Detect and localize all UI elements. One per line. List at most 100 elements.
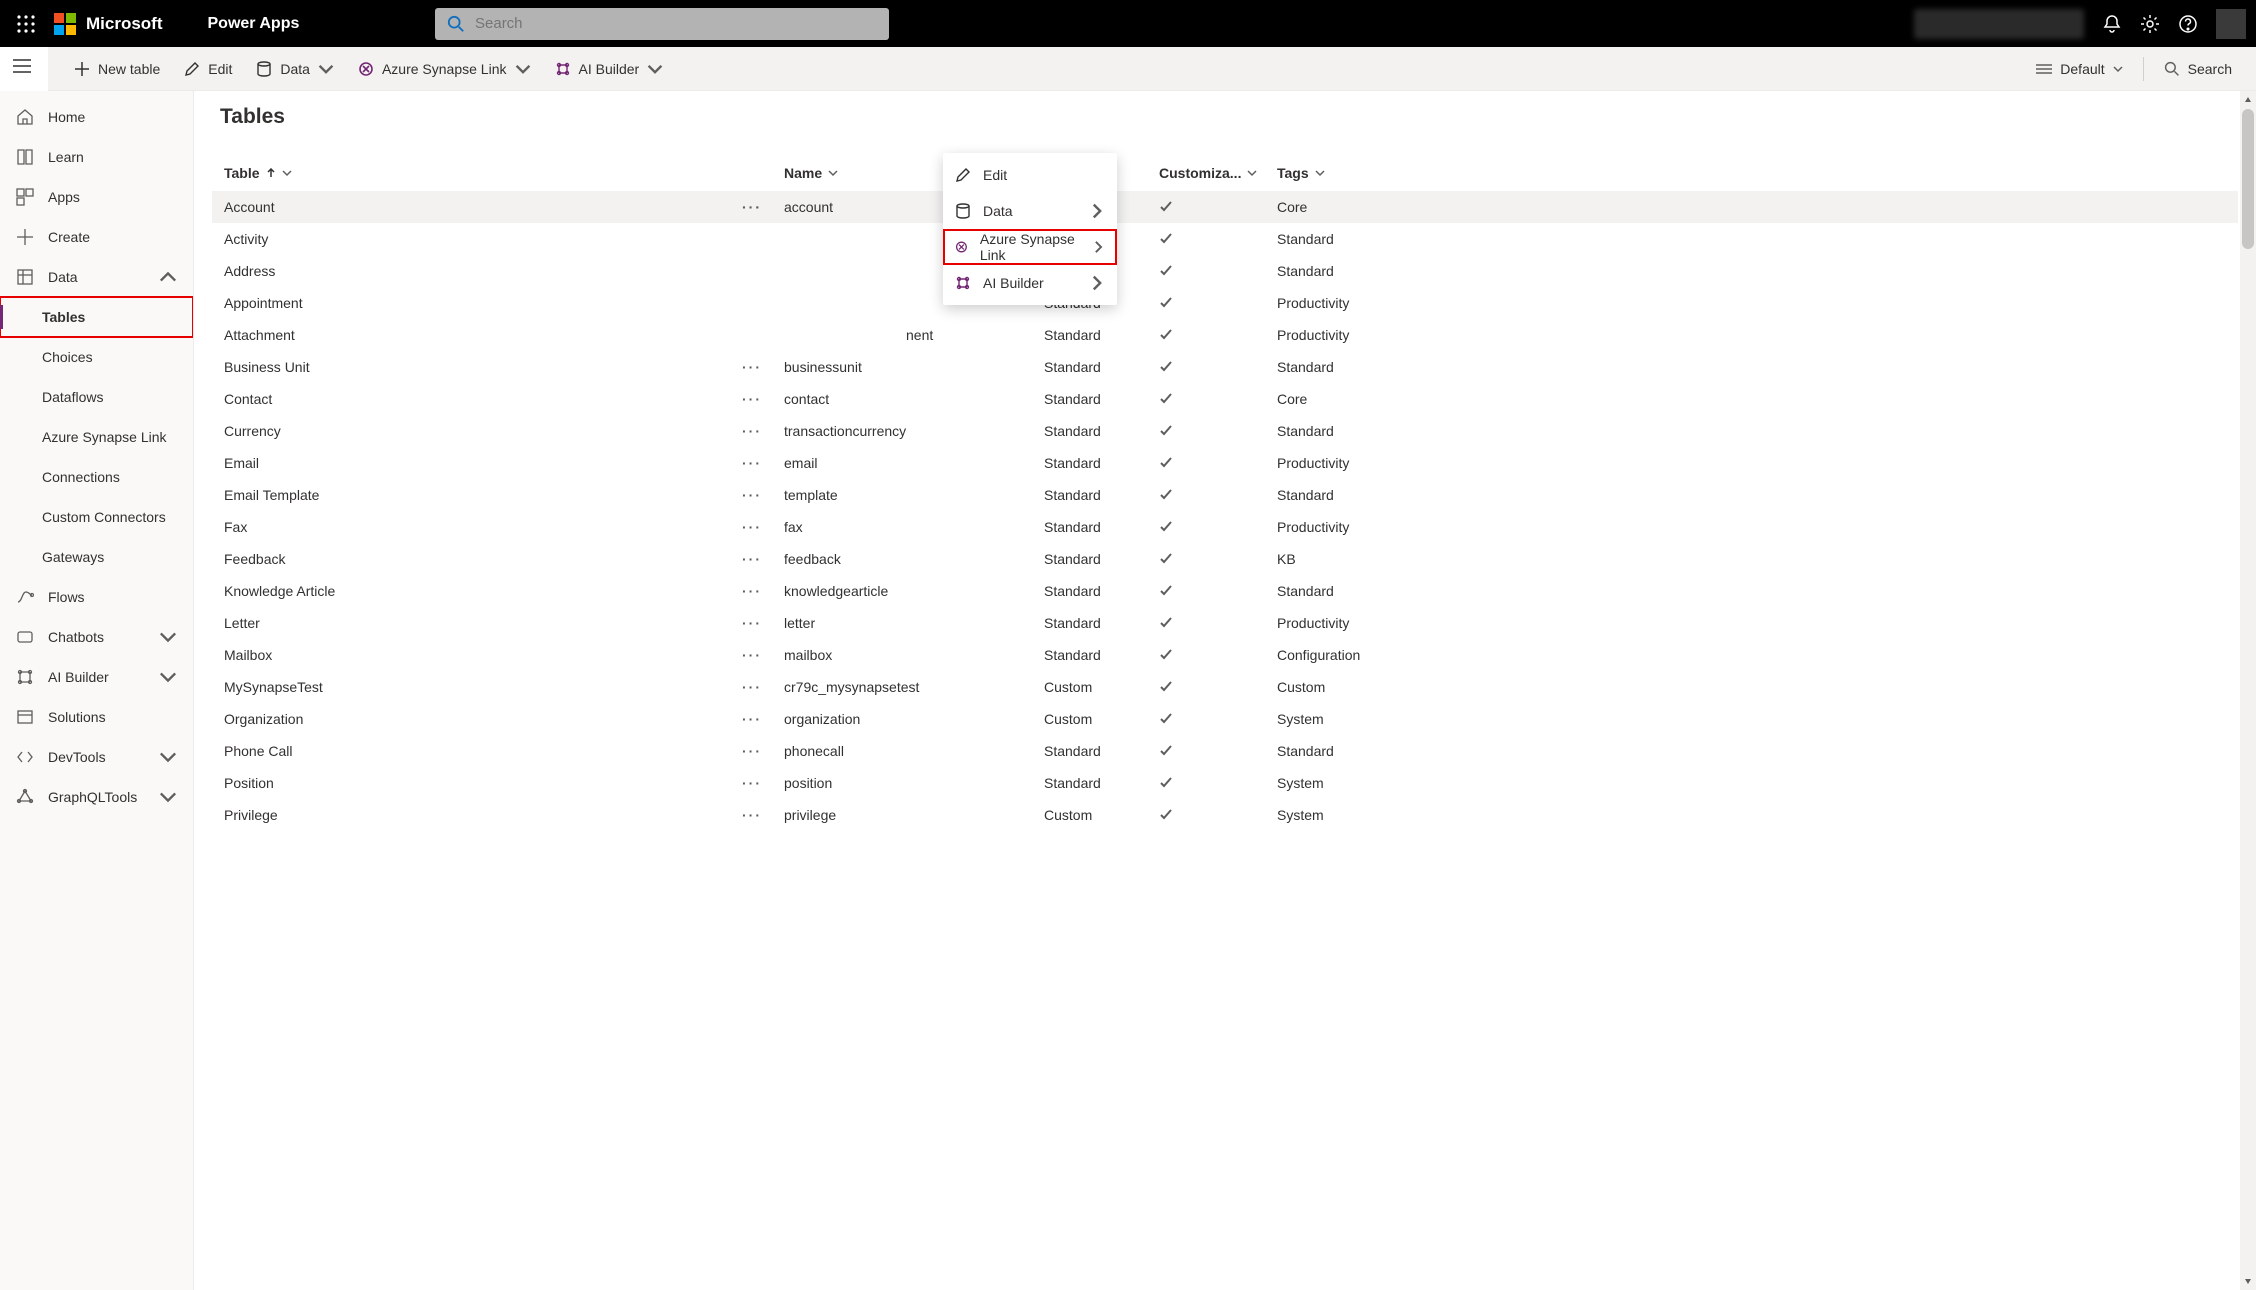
more-actions-button[interactable]: ··· — [737, 391, 767, 407]
more-actions-button[interactable]: ··· — [737, 519, 767, 535]
more-actions-button[interactable]: ··· — [737, 711, 767, 727]
nav-gateways[interactable]: Gateways — [0, 537, 193, 577]
scrollbar-thumb[interactable] — [2242, 109, 2254, 249]
table-row[interactable]: ···Account···accountStandardCore — [212, 191, 2238, 223]
scroll-down-icon[interactable] — [2244, 1274, 2252, 1288]
global-search[interactable] — [435, 8, 889, 40]
more-actions-button[interactable]: ··· — [737, 487, 767, 503]
nav-data[interactable]: Data — [0, 257, 193, 297]
data-menu[interactable]: Data — [244, 47, 346, 90]
more-actions-button[interactable]: ··· — [737, 743, 767, 759]
list-icon — [2036, 63, 2052, 75]
nav-tables[interactable]: Tables — [0, 297, 193, 337]
col-table[interactable]: Table — [224, 165, 784, 181]
table-row[interactable]: Email Template···templateStandardStandar… — [212, 479, 2238, 511]
more-actions-button[interactable]: ··· — [737, 807, 767, 823]
settings-icon[interactable] — [2140, 14, 2160, 34]
sort-asc-icon — [266, 168, 276, 178]
nav-connections[interactable]: Connections — [0, 457, 193, 497]
more-actions-button[interactable]: ··· — [737, 455, 767, 471]
table-row[interactable]: Feedback···feedbackStandardKB — [212, 543, 2238, 575]
cell-type: Standard — [1044, 487, 1159, 503]
more-actions-button[interactable]: ··· — [737, 647, 767, 663]
table-row[interactable]: Position···positionStandardSystem — [212, 767, 2238, 799]
ctx-ai-builder[interactable]: AI Builder — [943, 265, 1117, 301]
more-actions-button[interactable]: ··· — [737, 423, 767, 439]
nav-apps[interactable]: Apps — [0, 177, 193, 217]
notifications-icon[interactable] — [2102, 14, 2122, 34]
col-tags[interactable]: Tags — [1277, 165, 1387, 181]
nav-solutions[interactable]: Solutions — [0, 697, 193, 737]
table-row[interactable]: Email···emailStandardProductivity — [212, 447, 2238, 479]
nav-ai-builder[interactable]: AI Builder — [0, 657, 193, 697]
table-row[interactable]: Mailbox···mailboxStandardConfiguration — [212, 639, 2238, 671]
more-actions-button[interactable]: ··· — [737, 551, 767, 567]
more-actions-button[interactable]: ··· — [737, 199, 767, 215]
more-actions-button[interactable]: ··· — [737, 615, 767, 631]
nav-flows[interactable]: Flows — [0, 577, 193, 617]
cell-table: MySynapseTest — [224, 679, 784, 695]
table-row[interactable]: Privilege···privilegeCustomSystem — [212, 799, 2238, 831]
table-row[interactable]: AttachmentnentStandardProductivity — [212, 319, 2238, 351]
col-customizable[interactable]: Customiza... — [1159, 165, 1277, 181]
cell-tags: Productivity — [1277, 455, 1387, 471]
table-row[interactable]: MySynapseTest···cr79c_mysynapsetestCusto… — [212, 671, 2238, 703]
table-row[interactable]: Currency···transactioncurrencyStandardSt… — [212, 415, 2238, 447]
scroll-up-icon[interactable] — [2244, 93, 2252, 107]
help-icon[interactable] — [2178, 14, 2198, 34]
app-name[interactable]: Power Apps — [208, 15, 300, 33]
app-launcher-icon[interactable] — [10, 8, 42, 40]
more-actions-button[interactable]: ··· — [737, 775, 767, 791]
avatar[interactable] — [2216, 9, 2246, 39]
command-search[interactable]: Search — [2154, 61, 2242, 77]
table-row[interactable]: ActivityCustomStandard — [212, 223, 2238, 255]
table-row[interactable]: AppointmentStandardProductivity — [212, 287, 2238, 319]
table-row[interactable]: Contact···contactStandardCore — [212, 383, 2238, 415]
edit-button[interactable]: Edit — [172, 47, 244, 90]
table-row[interactable]: Organization···organizationCustomSystem — [212, 703, 2238, 735]
nav-choices[interactable]: Choices — [0, 337, 193, 377]
nav-create[interactable]: Create — [0, 217, 193, 257]
nav-tables-label: Tables — [42, 309, 85, 325]
ai-builder-menu[interactable]: AI Builder — [543, 47, 676, 90]
pencil-icon — [955, 167, 971, 183]
nav-azure-synapse[interactable]: Azure Synapse Link — [0, 417, 193, 457]
global-search-input[interactable] — [475, 15, 877, 32]
nav-dataflows[interactable]: Dataflows — [0, 377, 193, 417]
nav-custom-connectors[interactable]: Custom Connectors — [0, 497, 193, 537]
left-nav: Home Learn Apps Create Data Tables Choic… — [0, 91, 194, 1290]
nav-toggle-button[interactable] — [13, 59, 31, 76]
table-row[interactable]: Phone Call···phonecallStandardStandard — [212, 735, 2238, 767]
cell-table: Appointment — [224, 295, 784, 311]
more-actions-button[interactable]: ··· — [737, 359, 767, 375]
more-actions-button[interactable]: ··· — [737, 583, 767, 599]
table-row[interactable]: Business Unit···businessunitStandardStan… — [212, 351, 2238, 383]
more-actions-button[interactable]: ··· — [737, 679, 767, 695]
nav-gateways-label: Gateways — [42, 549, 104, 565]
ctx-edit[interactable]: Edit — [943, 157, 1117, 193]
cell-table: Currency — [224, 423, 784, 439]
ctx-azure-synapse[interactable]: Azure Synapse Link — [943, 229, 1117, 265]
table-row[interactable]: Knowledge Article···knowledgearticleStan… — [212, 575, 2238, 607]
table-row[interactable]: AddressStandardStandard — [212, 255, 2238, 287]
nav-chatbots[interactable]: Chatbots — [0, 617, 193, 657]
database-icon — [955, 203, 971, 219]
view-selector[interactable]: Default — [2026, 61, 2132, 77]
nav-learn[interactable]: Learn — [0, 137, 193, 177]
nav-create-label: Create — [48, 229, 90, 245]
cell-table: Activity — [224, 231, 784, 247]
azure-synapse-menu[interactable]: Azure Synapse Link — [346, 47, 543, 90]
ctx-data[interactable]: Data — [943, 193, 1117, 229]
table-row[interactable]: Fax···faxStandardProductivity — [212, 511, 2238, 543]
table-row[interactable]: Letter···letterStandardProductivity — [212, 607, 2238, 639]
cell-type: Custom — [1044, 807, 1159, 823]
ctx-ai-builder-label: AI Builder — [983, 275, 1044, 291]
scrollbar[interactable] — [2240, 91, 2256, 1290]
nav-devtools[interactable]: DevTools — [0, 737, 193, 777]
nav-graphql[interactable]: GraphQLTools — [0, 777, 193, 817]
environment-picker[interactable] — [1914, 9, 2084, 39]
chevron-right-icon — [1092, 239, 1105, 255]
nav-home[interactable]: Home — [0, 97, 193, 137]
row-context-menu: Edit Data Azure Synapse Link AI Builder — [943, 153, 1117, 305]
new-table-button[interactable]: New table — [62, 47, 172, 90]
